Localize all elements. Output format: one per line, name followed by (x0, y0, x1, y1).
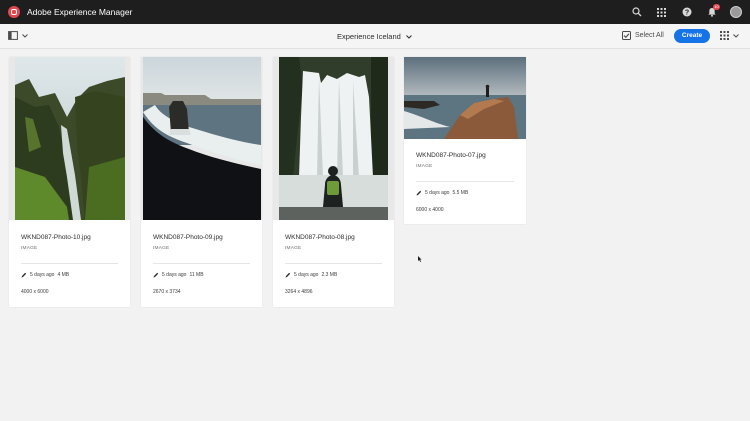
chevron-down-icon (733, 33, 739, 38)
file-size: 2.3 MB (321, 272, 338, 278)
modified-date: 5 days ago (425, 190, 450, 196)
edit-icon (153, 272, 159, 278)
canyon-photo-image (15, 57, 125, 220)
edit-icon (285, 272, 291, 278)
page-title: Experience Iceland (337, 32, 401, 41)
create-button[interactable]: Create (674, 29, 710, 43)
search-icon[interactable] (624, 0, 649, 24)
view-switcher[interactable] (720, 31, 739, 40)
bell-icon[interactable]: 10 (699, 0, 724, 24)
asset-thumbnail[interactable] (273, 57, 394, 220)
shell-header: Adobe Experience Manager ? 10 (0, 0, 750, 24)
mouse-cursor-icon (418, 256, 422, 262)
asset-thumbnail[interactable] (9, 57, 130, 220)
asset-card[interactable]: WKND087-Photo-07.jpg IMAGE 5 days ago 5.… (404, 57, 526, 224)
asset-thumbnail[interactable] (141, 57, 262, 220)
asset-meta: 5 days ago 2.3 MB (285, 272, 337, 278)
select-all-label: Select All (635, 32, 664, 39)
image-dimensions: 4000 x 6000 (21, 289, 49, 295)
app-title[interactable]: Adobe Experience Manager (27, 7, 132, 17)
image-dimensions: 6000 x 4000 (416, 207, 444, 213)
black-beach-photo-image (143, 57, 261, 220)
modified-date: 5 days ago (162, 272, 187, 278)
action-bar: Experience Iceland Select All Create (0, 24, 750, 49)
user-avatar[interactable] (730, 6, 742, 18)
asset-name: WKND087-Photo-08.jpg (285, 234, 355, 241)
file-size: 11 MB (189, 272, 204, 278)
rail-toggle-button[interactable] (8, 31, 28, 40)
chevron-down-icon (22, 33, 28, 38)
modified-date: 5 days ago (30, 272, 55, 278)
apps-grid-icon[interactable] (649, 0, 674, 24)
edit-icon (416, 190, 422, 196)
asset-card[interactable]: WKND087-Photo-08.jpg IMAGE 5 days ago 2.… (273, 57, 394, 307)
asset-type: IMAGE (21, 246, 38, 251)
file-size: 4 MB (57, 272, 70, 278)
asset-card[interactable]: WKND087-Photo-10.jpg IMAGE 5 days ago 4 … (9, 57, 130, 307)
asset-meta: 5 days ago 11 MB (153, 272, 204, 278)
asset-meta: 5 days ago 5.5 MB (416, 190, 468, 196)
select-all-icon (622, 31, 631, 40)
adobe-logo-icon[interactable] (8, 6, 20, 18)
divider (153, 263, 250, 264)
help-icon[interactable]: ? (674, 0, 699, 24)
file-size: 5.5 MB (452, 190, 469, 196)
asset-card[interactable]: WKND087-Photo-09.jpg IMAGE 5 days ago 11… (141, 57, 262, 307)
divider (21, 263, 118, 264)
rail-icon (8, 31, 18, 40)
divider (285, 263, 382, 264)
card-view-icon (720, 31, 729, 40)
asset-meta: 5 days ago 4 MB (21, 272, 69, 278)
asset-thumbnail[interactable] (404, 57, 526, 139)
image-dimensions: 3264 x 4896 (285, 289, 313, 295)
notification-badge: 10 (713, 4, 720, 10)
asset-type: IMAGE (285, 246, 302, 251)
modified-date: 5 days ago (294, 272, 319, 278)
chevron-down-icon (405, 34, 412, 39)
asset-name: WKND087-Photo-10.jpg (21, 234, 91, 241)
cliff-photo-image (404, 57, 526, 139)
select-all-button[interactable]: Select All (622, 31, 664, 40)
svg-text:?: ? (684, 10, 688, 17)
asset-type: IMAGE (416, 164, 433, 169)
asset-type: IMAGE (153, 246, 170, 251)
asset-name: WKND087-Photo-07.jpg (416, 152, 486, 159)
asset-name: WKND087-Photo-09.jpg (153, 234, 223, 241)
breadcrumb-title[interactable]: Experience Iceland (337, 32, 412, 41)
image-dimensions: 2670 x 3734 (153, 289, 181, 295)
divider (416, 181, 514, 182)
edit-icon (21, 272, 27, 278)
waterfall-photo-image (279, 57, 388, 220)
